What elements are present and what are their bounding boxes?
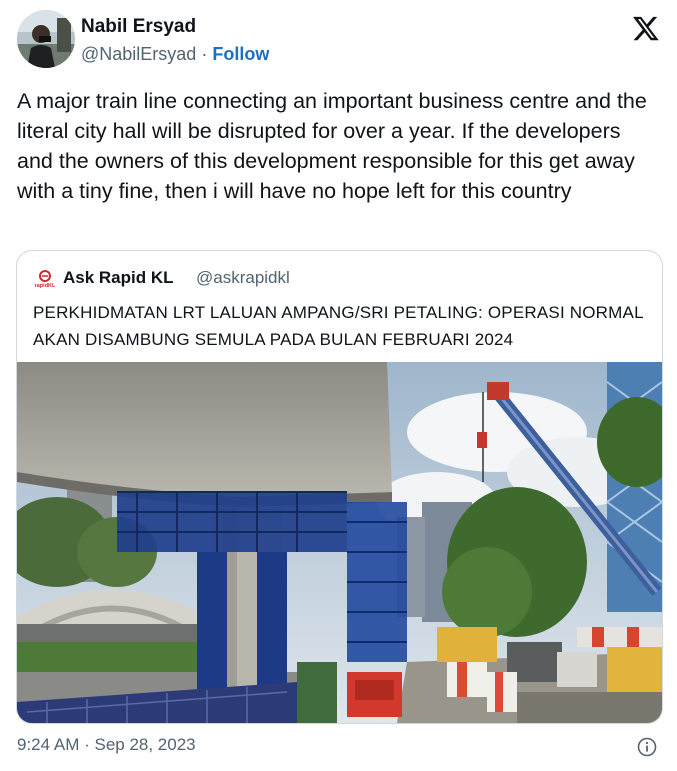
author-handle-row: @NabilErsyad · Follow	[81, 44, 269, 65]
rapidkl-logo: rapidKL	[35, 270, 56, 289]
quoted-text: PERKHIDMATAN LRT LALUAN AMPANG/SRI PETAL…	[33, 303, 644, 349]
separator: ·	[201, 44, 208, 64]
x-logo-icon[interactable]	[632, 14, 660, 42]
quoted-photo[interactable]	[17, 362, 662, 723]
tweet-text: A major train line connecting an importa…	[17, 89, 647, 203]
quoted-tweet[interactable]: rapidKL Ask Rapid KL @askrapidkl PERKHID…	[16, 250, 663, 724]
quoted-author-handle: @askrapidkl	[196, 268, 290, 287]
follow-button[interactable]: Follow	[212, 44, 269, 64]
avatar[interactable]	[17, 10, 75, 68]
author-handle[interactable]: @NabilErsyad	[81, 44, 196, 64]
svg-text:rapidKL: rapidKL	[35, 283, 56, 289]
author-name[interactable]: Nabil Ersyad	[81, 16, 196, 38]
tweet-header: Nabil Ersyad @NabilErsyad · Follow	[17, 10, 662, 70]
tweet-timestamp[interactable]: 9:24 AM · Sep 28, 2023	[17, 735, 196, 755]
info-icon[interactable]	[637, 737, 657, 757]
quoted-author-name: Ask Rapid KL	[63, 268, 174, 287]
